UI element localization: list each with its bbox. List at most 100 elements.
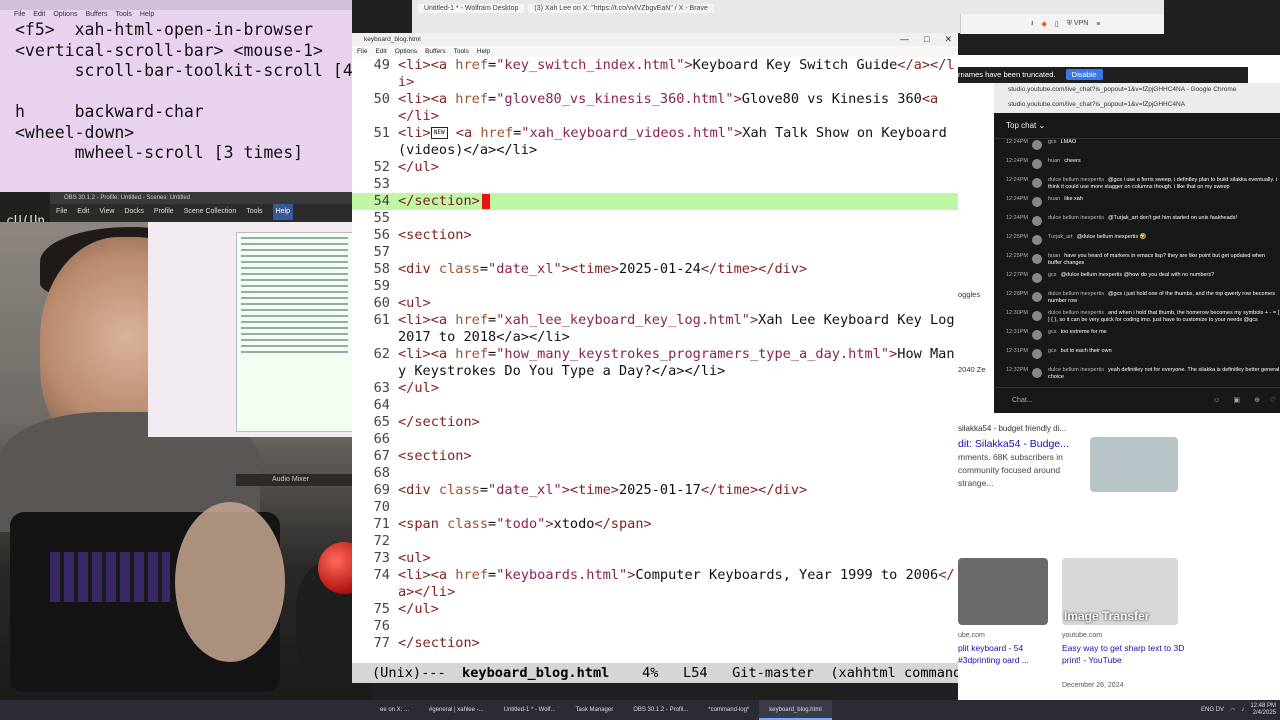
- code-line[interactable]: 67 <section>: [352, 448, 958, 465]
- taskbar-item[interactable]: keyboard_blog.html: [759, 700, 832, 720]
- clock[interactable]: 12:48 PM 2/4/2025: [1250, 703, 1276, 717]
- chat-message[interactable]: 12:24PM gcs LMAO: [994, 139, 1280, 158]
- reddit-title[interactable]: dit: Silakka54 - Budge...: [958, 438, 1088, 451]
- video-title[interactable]: plit keyboard - 54 #3dprinting oard ...: [958, 642, 1058, 666]
- code-line[interactable]: 68: [352, 465, 958, 482]
- code-line[interactable]: 54 </section>: [352, 193, 958, 210]
- code-line[interactable]: 58 <div class="date_xl"><time>2025-01-24<…: [352, 261, 958, 278]
- code-line-continuation[interactable]: 2017 to 2018</a></li>: [352, 329, 958, 346]
- maximize-icon[interactable]: □: [924, 33, 929, 46]
- code-line[interactable]: 63 </ul>: [352, 380, 958, 397]
- emacs-menu-tools[interactable]: Tools: [454, 46, 469, 57]
- video-thumbnail[interactable]: [958, 558, 1048, 625]
- obs-menu-scene-collection[interactable]: Scene Collection: [184, 204, 237, 220]
- heart-icon[interactable]: ♡: [1270, 388, 1276, 414]
- volume-icon[interactable]: ♪: [1241, 707, 1244, 713]
- code-line[interactable]: 61 <li><a href="xah_lee_keyboard_key_log.…: [352, 312, 958, 329]
- reddit-result[interactable]: dit: Silakka54 - Budge... mments. 68K su…: [958, 438, 1088, 498]
- chat-message[interactable]: 12:32PM dulce bellum inexpertis yeah defin…: [994, 367, 1280, 386]
- code-line[interactable]: 65 </section>: [352, 414, 958, 431]
- obs-menu-edit[interactable]: Edit: [77, 204, 89, 220]
- emacs-menu-edit[interactable]: Edit: [375, 46, 386, 57]
- bg-tab[interactable]: Untitled-1 * - Wolfram Desktop: [418, 4, 525, 13]
- code-line-continuation[interactable]: a></li>: [352, 584, 958, 601]
- emoji-icon[interactable]: ☺: [1213, 388, 1220, 414]
- obs-menu-help[interactable]: Help: [272, 204, 293, 220]
- video-title[interactable]: Easy way to get sharp text to 3D print! …: [1062, 642, 1192, 666]
- code-line-continuation[interactable]: y Keystrokes Do You Type a Day?</a></li>: [352, 363, 958, 380]
- obs-menu-tools[interactable]: Tools: [246, 204, 262, 220]
- taskbar-item[interactable]: OBS 30.1.2 - Profil...: [623, 700, 698, 720]
- chat-message[interactable]: 12:24PM dulce bellum inexpertis @gcs i use…: [994, 177, 1280, 196]
- code-line[interactable]: 57: [352, 244, 958, 261]
- taskbar-item[interactable]: Task Manager: [566, 700, 624, 720]
- chat-message[interactable]: 12:28PM dulce bellum inexpertis @gcs i jus…: [994, 291, 1280, 310]
- chat-message[interactable]: 12:30PM dulce bellum inexpertis and when i…: [994, 310, 1280, 329]
- chat-message[interactable]: 12:25PM Turjak_art @dulce bellum inexperti…: [994, 234, 1280, 253]
- code-editor[interactable]: 49 <li><a href="key_switch_index.html">Ke…: [352, 57, 958, 663]
- menu-tools[interactable]: Tools: [116, 10, 132, 20]
- video-result-1[interactable]: ube.com plit keyboard - 54 #3dprinting o…: [958, 630, 1058, 666]
- code-line[interactable]: 50 <li><a href="glove80_vs_kinesis_360.ht…: [352, 91, 958, 108]
- chat-message[interactable]: 12:24PM huan like xah: [994, 196, 1280, 215]
- obs-audio-mixer[interactable]: Audio Mixer: [236, 474, 356, 486]
- code-line[interactable]: 76: [352, 618, 958, 635]
- taskbar-item[interactable]: #general | xahlee -...: [419, 700, 494, 720]
- chat-message[interactable]: 12:31PM gcs but to each their own: [994, 348, 1280, 367]
- chat-message[interactable]: 12:31PM gcs too extreme for me: [994, 329, 1280, 348]
- code-line[interactable]: 66: [352, 431, 958, 448]
- code-line[interactable]: 62 <li><a href="how_many_keystrokes_progr…: [352, 346, 958, 363]
- menu-file[interactable]: File: [14, 10, 25, 20]
- code-line[interactable]: 64: [352, 397, 958, 414]
- code-line[interactable]: 71 <span class="todo">xtodo</span>: [352, 516, 958, 533]
- disable-button[interactable]: Disable: [1065, 69, 1103, 80]
- code-line[interactable]: 72: [352, 533, 958, 550]
- code-line[interactable]: 51 <li> NEW <a href="xah_keyboard_videos.h…: [352, 125, 958, 142]
- menu-edit[interactable]: Edit: [33, 10, 45, 20]
- poll-icon[interactable]: ▣: [1233, 388, 1240, 414]
- code-line[interactable]: 59: [352, 278, 958, 295]
- menu-help[interactable]: Help: [140, 10, 154, 20]
- keyboard-thumbnail[interactable]: [1090, 437, 1178, 492]
- code-line-continuation[interactable]: i>: [352, 74, 958, 91]
- taskbar-item[interactable]: *command-log*: [698, 700, 759, 720]
- code-line[interactable]: 56 <section>: [352, 227, 958, 244]
- code-line[interactable]: 60 <ul>: [352, 295, 958, 312]
- menu-icon[interactable]: ≡: [1096, 21, 1100, 28]
- code-line[interactable]: 77 </section>: [352, 635, 958, 652]
- emacs-menu-file[interactable]: File: [357, 46, 367, 57]
- wifi-icon[interactable]: ◠: [1230, 707, 1235, 714]
- vpn-icon[interactable]: ⛨ VPN: [1067, 20, 1089, 28]
- minimize-icon[interactable]: —: [900, 33, 909, 46]
- emacs-menu-buffers[interactable]: Buffers: [425, 46, 445, 57]
- code-line[interactable]: 55: [352, 210, 958, 227]
- obs-menu-file[interactable]: File: [56, 204, 67, 220]
- chat-input[interactable]: Chat... ☺ ▣ ⊕ ♡: [994, 387, 1280, 413]
- obs-menu-docks[interactable]: Docks: [124, 204, 143, 220]
- video-result-2[interactable]: youtube.com Easy way to get sharp text t…: [1062, 630, 1192, 692]
- code-line[interactable]: 75 </ul>: [352, 601, 958, 618]
- taskbar-item[interactable]: Untitled-1 * - Wolf...: [494, 700, 566, 720]
- download-icon[interactable]: ⭳: [1031, 19, 1033, 30]
- chat-message[interactable]: 12:27PM gcs @dulce bellum inexpertis @how …: [994, 272, 1280, 291]
- emacs-menu-help[interactable]: Help: [477, 46, 490, 57]
- chat-url[interactable]: studio.youtube.com/live_chat?is_popout=1…: [1008, 101, 1185, 108]
- tray-lang[interactable]: ENG DV: [1201, 707, 1224, 713]
- menu-buffers[interactable]: Buffers: [85, 10, 107, 20]
- code-line[interactable]: 73 <ul>: [352, 550, 958, 567]
- code-line-continuation[interactable]: (videos)</a></li>: [352, 142, 958, 159]
- code-line[interactable]: 70: [352, 499, 958, 516]
- brave-shield-icon[interactable]: ◆: [1041, 20, 1046, 28]
- close-icon[interactable]: ✕: [944, 33, 952, 46]
- code-line[interactable]: 49 <li><a href="key_switch_index.html">Ke…: [352, 57, 958, 74]
- obs-menu-profile[interactable]: Profile: [154, 204, 174, 220]
- chat-header[interactable]: Top chat ⌄: [994, 113, 1280, 139]
- emacs-menu-options[interactable]: Options: [395, 46, 417, 57]
- code-line[interactable]: 74 <li><a href="keyboards.html">Computer …: [352, 567, 958, 584]
- video-thumbnail-image-transfer[interactable]: Image Transfer: [1062, 558, 1178, 625]
- code-line-continuation[interactable]: </li>: [352, 108, 958, 125]
- add-icon[interactable]: ⊕: [1254, 388, 1260, 414]
- chat-message[interactable]: 12:24PM dulce bellum inexpertis @Turjak_ar…: [994, 215, 1280, 234]
- chat-message[interactable]: 12:25PM huan have you heard of markers in …: [994, 253, 1280, 272]
- code-line[interactable]: 53: [352, 176, 958, 193]
